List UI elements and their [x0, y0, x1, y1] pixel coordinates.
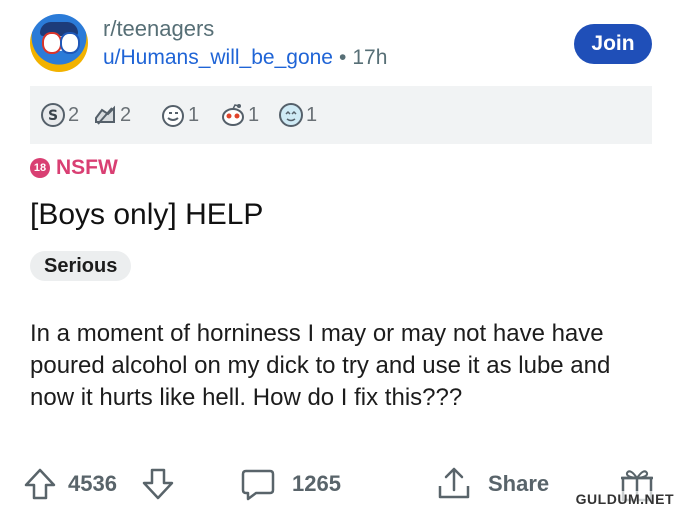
award-starstruck[interactable]: 1 — [278, 101, 317, 129]
post-body: In a moment of horniness I may or may no… — [30, 320, 611, 411]
award-count: 2 — [68, 103, 80, 126]
upvote-button[interactable] — [22, 462, 58, 506]
svg-text:S: S — [48, 108, 58, 124]
comment-count: 1265 — [292, 471, 341, 496]
share-label: Share — [488, 471, 550, 496]
award-snoo[interactable]: 1 — [220, 101, 259, 129]
award-wholesome[interactable]: 1 — [160, 101, 199, 129]
award-count: 2 — [120, 103, 132, 126]
share-button[interactable]: Share — [434, 462, 549, 506]
meta-separator: • — [339, 46, 347, 69]
snoo-award-icon — [220, 102, 246, 128]
post-flair[interactable]: Serious — [30, 251, 132, 281]
post-header: r/teenagers u/Humans_will_be_gone • 17h Jo… — [30, 14, 652, 76]
username-link[interactable]: u/Humans_will_be_gone — [103, 46, 333, 69]
post-title: [Boys only] HELP — [30, 198, 264, 231]
share-icon — [434, 464, 474, 504]
comment-icon — [238, 464, 278, 504]
nsfw-tag: 18 NSFW — [30, 156, 118, 180]
nsfw-label: NSFW — [56, 156, 118, 179]
downvote-icon[interactable] — [140, 466, 176, 502]
award-silver[interactable]: S 2 — [40, 101, 79, 129]
subreddit-avatar[interactable] — [30, 14, 88, 72]
subreddit-name[interactable]: r/teenagers — [103, 16, 214, 42]
wholesome-award-icon — [160, 102, 186, 128]
award-count: 1 — [248, 103, 260, 126]
post-age: 17h — [352, 46, 388, 69]
awards-bar[interactable]: S 2 2 1 1 1 — [30, 86, 652, 144]
watermark: GULDUM.NET — [573, 491, 676, 507]
post-actions: 4536 1265 Share — [22, 462, 662, 506]
starstruck-award-icon — [278, 102, 304, 128]
downvote-button[interactable] — [140, 462, 176, 506]
vote-count: 4536 — [68, 471, 117, 496]
silver-award-icon: S — [40, 102, 66, 128]
award-count: 1 — [306, 103, 318, 126]
join-button[interactable]: Join — [574, 24, 652, 64]
upvote-icon[interactable] — [22, 466, 58, 502]
comments-button[interactable]: 1265 — [238, 462, 341, 506]
award-helpful[interactable]: 2 — [92, 101, 131, 129]
award-count: 1 — [188, 103, 200, 126]
post-meta: u/Humans_will_be_gone • 17h — [103, 46, 387, 70]
nsfw-18-icon: 18 — [30, 158, 50, 178]
helpful-award-icon — [92, 102, 118, 128]
